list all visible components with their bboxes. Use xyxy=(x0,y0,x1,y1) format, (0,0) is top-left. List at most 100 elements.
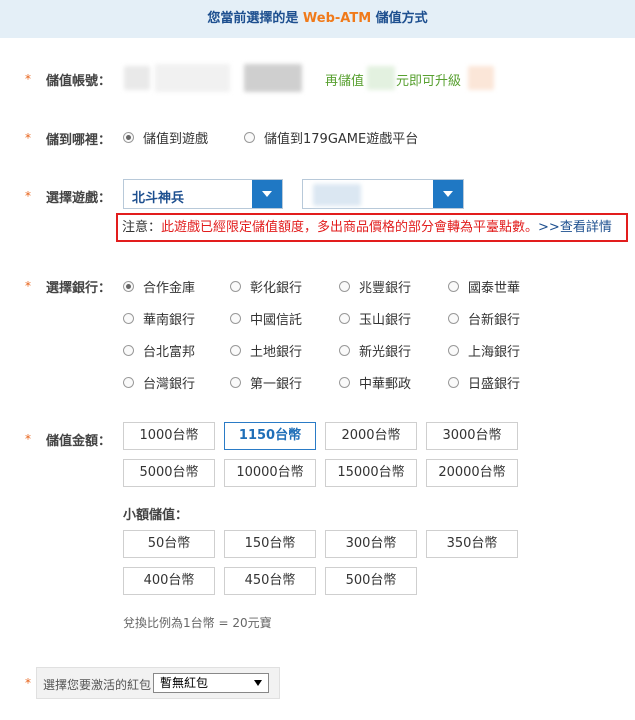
radio-dot[interactable] xyxy=(244,132,255,143)
radio-bank-option[interactable]: 新光銀行 xyxy=(339,341,411,360)
radio-dot[interactable] xyxy=(230,345,241,356)
required-marker: * xyxy=(25,131,31,145)
limit-notice: 注意：此遊戲已經限定儲值額度，多出商品價格的部分會轉為平臺點數。>>查看詳情 xyxy=(116,213,628,242)
chevron-down-icon[interactable] xyxy=(433,180,463,208)
game-select[interactable]: 北斗神兵 xyxy=(123,179,283,209)
radio-label: 日盛銀行 xyxy=(468,377,521,392)
required-marker: * xyxy=(25,189,31,203)
radio-bank-option[interactable]: 台北富邦 xyxy=(123,341,195,360)
header-suffix: 儲值方式 xyxy=(371,11,428,26)
radio-label: 彰化銀行 xyxy=(250,281,303,296)
red-packet-select[interactable]: 暫無紅包 xyxy=(153,673,269,693)
radio-bank-option[interactable]: 合作金庫 xyxy=(123,277,195,296)
radio-dot[interactable] xyxy=(123,281,134,292)
radio-bank-option[interactable]: 第一銀行 xyxy=(230,373,302,392)
radio-dot[interactable] xyxy=(339,345,350,356)
small-amount-option-button[interactable]: 450台幣 xyxy=(224,567,316,595)
header-prefix: 您當前選擇的是 xyxy=(207,11,303,26)
required-marker: * xyxy=(25,72,31,86)
small-amount-option-button[interactable]: 350台幣 xyxy=(426,530,518,558)
amount-option-button[interactable]: 1150台幣 xyxy=(224,422,316,450)
radio-bank-option[interactable]: 台灣銀行 xyxy=(123,373,195,392)
radio-bank-option[interactable]: 中華郵政 xyxy=(339,373,411,392)
radio-label: 儲值到遊戲 xyxy=(143,132,209,147)
upgrade-amount-redacted xyxy=(367,66,395,90)
radio-dot[interactable] xyxy=(123,132,134,143)
red-packet-section: 選擇您要激活的紅包 暫無紅包 xyxy=(36,667,280,699)
upgrade-suffix: 元即可升級 xyxy=(396,74,462,89)
radio-bank-option[interactable]: 彰化銀行 xyxy=(230,277,302,296)
radio-dot[interactable] xyxy=(123,377,134,388)
radio-bank-option[interactable]: 華南銀行 xyxy=(123,309,195,328)
small-amount-option-button[interactable]: 150台幣 xyxy=(224,530,316,558)
required-marker: * xyxy=(25,432,31,446)
radio-bank-option[interactable]: 兆豐銀行 xyxy=(339,277,411,296)
header-method: Web-ATM xyxy=(302,11,372,26)
radio-dot[interactable] xyxy=(339,281,350,292)
server-select[interactable] xyxy=(302,179,464,209)
radio-dot[interactable] xyxy=(123,345,134,356)
small-amount-option-button[interactable]: 400台幣 xyxy=(123,567,215,595)
small-amount-label: 小額儲值： xyxy=(123,508,189,523)
radio-label: 台新銀行 xyxy=(468,313,521,328)
radio-dot[interactable] xyxy=(339,377,350,388)
red-packet-select-value: 暫無紅包 xyxy=(160,676,209,690)
account-label: 儲值帳號： xyxy=(46,74,112,89)
dropdown-arrow-icon[interactable] xyxy=(254,680,262,686)
radio-label: 第一銀行 xyxy=(250,377,303,392)
upgrade-prefix: 再儲值 xyxy=(325,74,365,89)
radio-label: 玉山銀行 xyxy=(359,313,412,328)
radio-dot[interactable] xyxy=(448,345,459,356)
notice-details-link[interactable]: >>查看詳情 xyxy=(538,220,612,235)
amount-option-button[interactable]: 15000台幣 xyxy=(325,459,417,487)
radio-bank-option[interactable]: 土地銀行 xyxy=(230,341,302,360)
radio-dot[interactable] xyxy=(230,281,241,292)
account-redacted xyxy=(155,64,230,92)
radio-dot[interactable] xyxy=(448,377,459,388)
game-label: 選擇遊戲： xyxy=(46,191,112,206)
amount-option-button[interactable]: 10000台幣 xyxy=(224,459,316,487)
small-amount-option-button[interactable]: 500台幣 xyxy=(325,567,417,595)
radio-dot[interactable] xyxy=(123,313,134,324)
account-redacted xyxy=(244,64,302,92)
amount-option-button[interactable]: 20000台幣 xyxy=(426,459,518,487)
radio-dot[interactable] xyxy=(339,313,350,324)
radio-label: 兆豐銀行 xyxy=(359,281,412,296)
radio-bank-option[interactable]: 中國信託 xyxy=(230,309,302,328)
radio-label: 華南銀行 xyxy=(143,313,196,328)
radio-bank-option[interactable]: 上海銀行 xyxy=(448,341,520,360)
radio-destination-platform[interactable]: 儲值到179GAME遊戲平台 xyxy=(244,128,418,147)
radio-dot[interactable] xyxy=(448,313,459,324)
small-amount-option-button[interactable]: 300台幣 xyxy=(325,530,417,558)
small-amount-option-button[interactable]: 50台幣 xyxy=(123,530,215,558)
amount-option-button[interactable]: 1000台幣 xyxy=(123,422,215,450)
red-packet-label: 選擇您要激活的紅包 xyxy=(43,678,152,692)
radio-label: 合作金庫 xyxy=(143,281,196,296)
radio-label: 國泰世華 xyxy=(468,281,521,296)
amount-option-button[interactable]: 2000台幣 xyxy=(325,422,417,450)
radio-dot[interactable] xyxy=(230,377,241,388)
amount-option-button[interactable]: 5000台幣 xyxy=(123,459,215,487)
radio-label: 中華郵政 xyxy=(359,377,412,392)
radio-label: 台灣銀行 xyxy=(143,377,196,392)
amount-option-button[interactable]: 3000台幣 xyxy=(426,422,518,450)
radio-label: 台北富邦 xyxy=(143,345,196,360)
amount-label: 儲值金額： xyxy=(46,434,112,449)
radio-dot[interactable] xyxy=(448,281,459,292)
notice-prefix: 注意： xyxy=(122,220,162,235)
radio-bank-option[interactable]: 日盛銀行 xyxy=(448,373,520,392)
server-redacted xyxy=(313,184,361,206)
upgrade-level-redacted xyxy=(468,66,494,90)
destination-label: 儲到哪裡： xyxy=(46,133,112,148)
notice-message: 此遊戲已經限定儲值額度，多出商品價格的部分會轉為平臺點數。 xyxy=(161,220,539,235)
radio-bank-option[interactable]: 玉山銀行 xyxy=(339,309,411,328)
required-marker: * xyxy=(25,676,31,690)
radio-label: 土地銀行 xyxy=(250,345,303,360)
chevron-down-icon[interactable] xyxy=(252,180,282,208)
bank-label: 選擇銀行： xyxy=(46,281,112,296)
radio-bank-option[interactable]: 國泰世華 xyxy=(448,277,520,296)
radio-bank-option[interactable]: 台新銀行 xyxy=(448,309,520,328)
radio-dot[interactable] xyxy=(230,313,241,324)
radio-destination-game[interactable]: 儲值到遊戲 xyxy=(123,128,208,147)
account-redacted xyxy=(124,66,150,90)
